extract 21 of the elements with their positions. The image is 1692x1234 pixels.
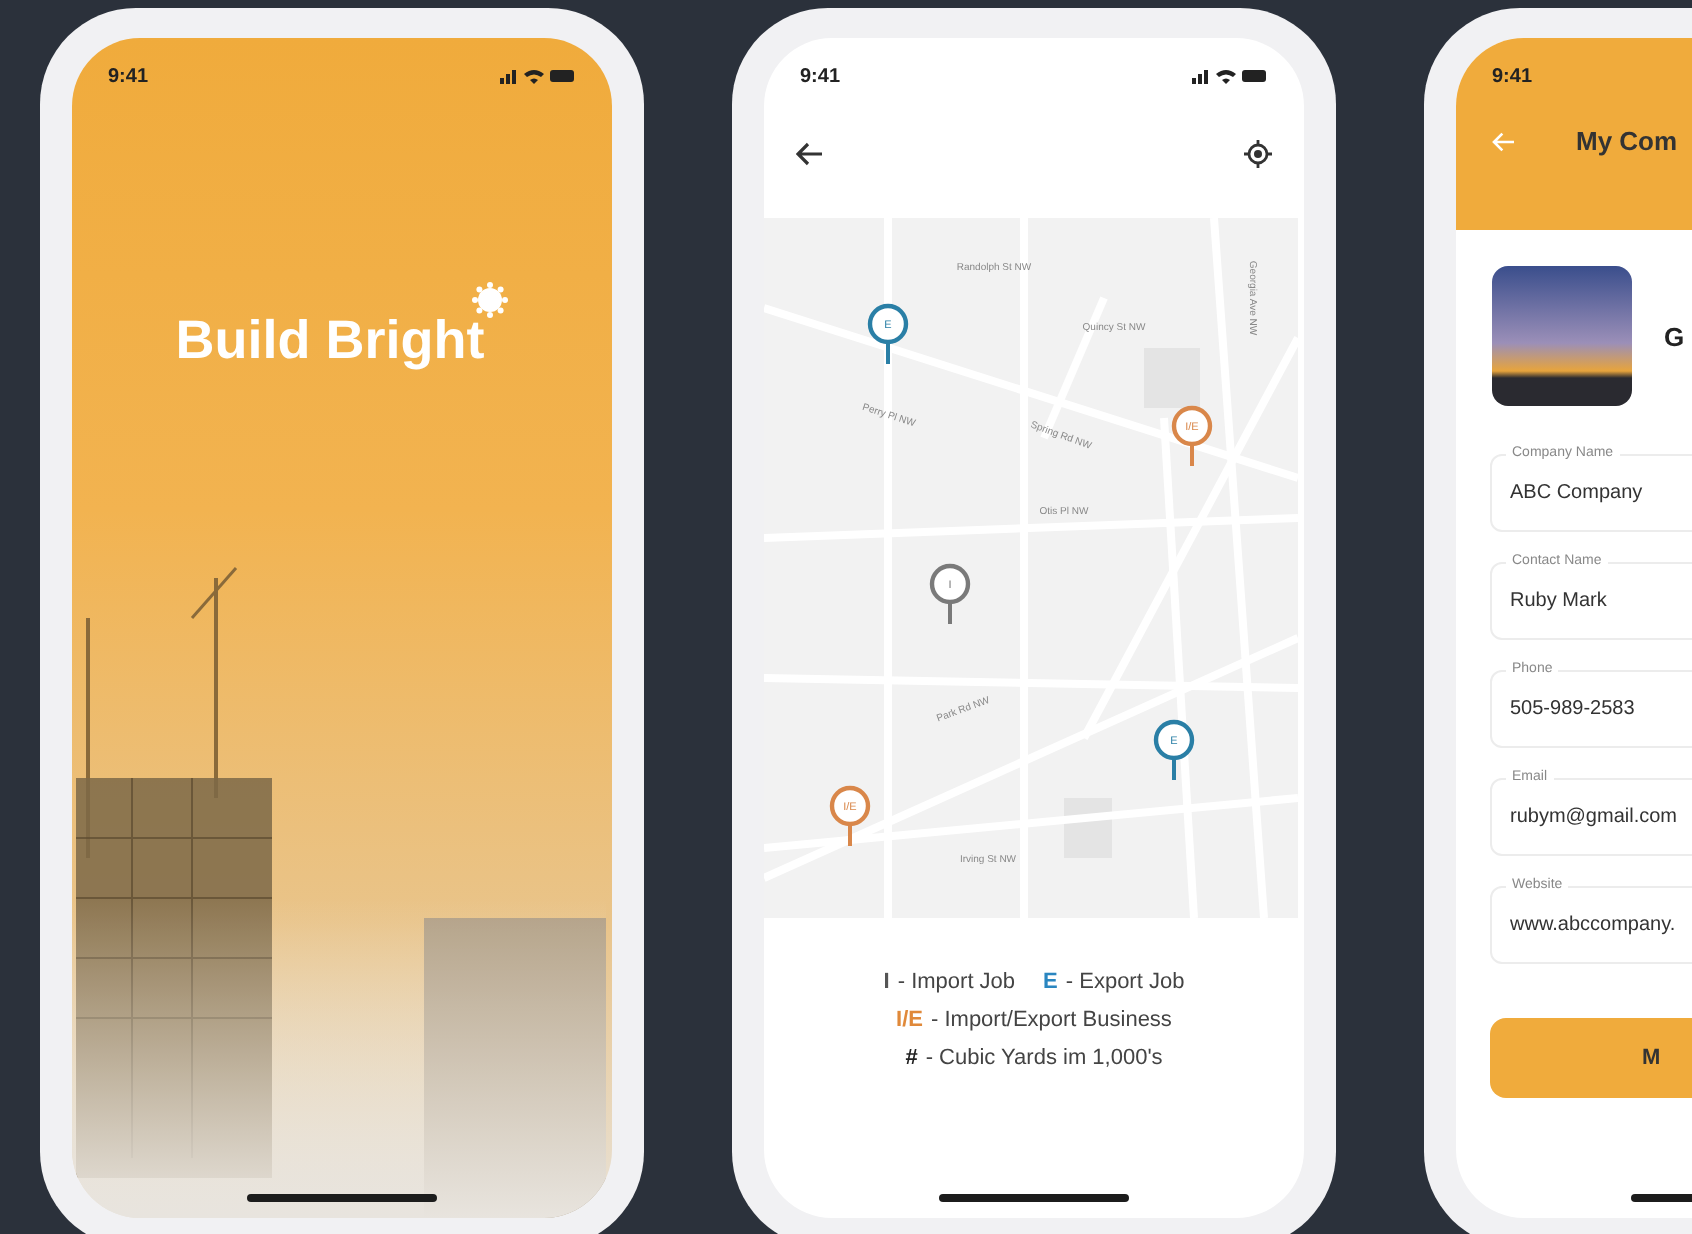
action-button[interactable]: M xyxy=(1490,1018,1692,1098)
status-icons xyxy=(1192,66,1268,86)
status-icons xyxy=(500,66,576,86)
photo-placeholder xyxy=(1492,266,1632,406)
sun-icon xyxy=(472,282,509,318)
screen-title: My Com xyxy=(1576,126,1678,156)
legend-key: I/E xyxy=(896,1008,923,1032)
status-time: 9:41 xyxy=(108,65,149,87)
legend-label: - Import/Export Business xyxy=(931,1008,1172,1032)
back-arrow-icon[interactable] xyxy=(796,142,824,166)
status-time: 9:41 xyxy=(800,65,841,87)
legend-label: - Import Job xyxy=(897,970,1016,994)
legend-label: - Export Job xyxy=(1065,970,1185,994)
legend-key: E xyxy=(1043,970,1058,994)
app-title: Build Bright xyxy=(175,310,485,372)
legend-key: # xyxy=(905,1046,918,1070)
status-time: 9:41 xyxy=(1492,65,1533,87)
legend-label: - Cubic Yards im 1,000's xyxy=(925,1046,1163,1070)
locate-icon[interactable] xyxy=(1244,140,1272,168)
company-name: G xyxy=(1664,321,1685,351)
legend-key: I xyxy=(883,970,890,994)
